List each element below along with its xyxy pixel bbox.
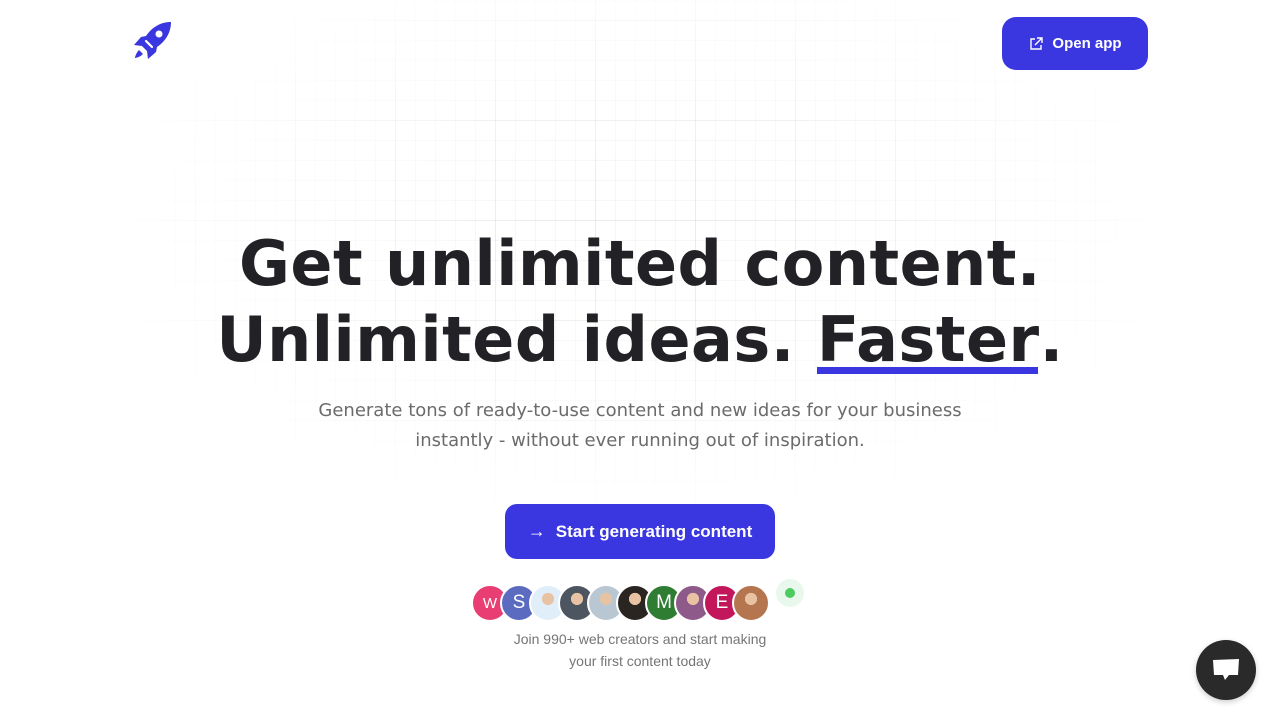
open-app-button[interactable]: Open app (1002, 17, 1148, 70)
online-indicator (776, 579, 804, 607)
hero-title-line-1: Get unlimited content. (239, 227, 1041, 300)
social-proof-text: Join 990+ web creators and start making … (440, 628, 840, 672)
online-dot (785, 588, 795, 598)
avatar (732, 584, 770, 622)
hero-subtitle: Generate tons of ready-to-use content an… (240, 396, 1040, 456)
hero-title: Get unlimited content. Unlimited ideas. … (0, 226, 1280, 378)
social-proof-line-1: Join 990+ web creators and start making (513, 631, 767, 647)
subtitle-line-1: Generate tons of ready-to-use content an… (318, 400, 962, 421)
subtitle-line-2: instantly - without ever running out of … (415, 430, 865, 451)
start-generating-label: Start generating content (555, 521, 753, 541)
external-link-icon (1030, 36, 1044, 50)
hero-title-highlight: Faster (816, 303, 1040, 376)
arrow-right-icon: → (527, 521, 546, 541)
hero-title-prefix: Unlimited ideas. (216, 303, 817, 376)
rocket-icon (134, 22, 171, 59)
start-generating-button[interactable]: → Start generating content (505, 504, 775, 559)
hero-title-suffix: . (1039, 303, 1064, 376)
logo[interactable] (130, 19, 174, 63)
social-proof-line-2: your first content today (569, 653, 711, 669)
hero-title-line-2: Unlimited ideas. Faster. (0, 302, 1280, 378)
open-app-label: Open app (1052, 35, 1122, 52)
chat-bubble-icon (1213, 659, 1239, 680)
chat-widget-button[interactable] (1196, 640, 1256, 700)
avatar-group: WSME (471, 584, 770, 622)
